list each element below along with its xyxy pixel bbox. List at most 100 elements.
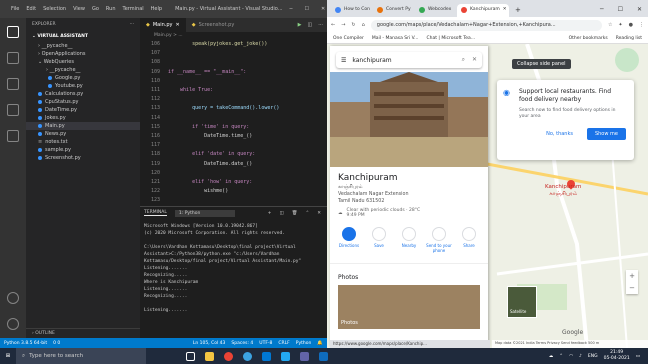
close-icon[interactable]: ✕ [637,6,642,13]
menu-terminal[interactable]: Terminal [123,6,144,12]
bookmark-item[interactable]: One Compiler [333,36,364,41]
language-indicator[interactable]: ENG [588,354,598,359]
star-icon[interactable]: ☆ [608,22,612,28]
zoom-out-icon[interactable]: − [626,282,638,294]
mail-icon[interactable] [319,351,328,361]
tree-folder[interactable]: › __pycache__ [26,66,140,74]
vscode-icon[interactable] [281,351,290,361]
code-line[interactable]: 109 if __name__ == "__main__": [140,68,327,77]
code-line[interactable]: 110 [140,77,327,86]
tree-folder[interactable]: › OpenApplications [26,50,140,58]
code-line[interactable]: 122 wishme() [140,187,327,196]
minimize-icon[interactable]: ─ [290,6,293,12]
menu-file[interactable]: File [11,6,19,12]
trash-icon[interactable]: 🗑 [292,211,298,216]
file-explorer-icon[interactable] [205,351,214,361]
clock[interactable]: 21:49 05-04-2021 [604,350,630,362]
code-line[interactable]: 121 elif 'how' in query: [140,178,327,187]
cursor-position[interactable]: Ln 105, Col 43 [193,341,226,346]
edge-icon[interactable] [243,351,252,361]
extensions-icon[interactable]: ✦ [618,22,622,28]
tree-file[interactable]: Youtube.py [26,82,140,90]
chevron-up-icon[interactable]: ⌃ [559,354,563,359]
code-line[interactable]: 114 [140,114,327,123]
explorer-icon[interactable] [7,26,19,38]
wifi-icon[interactable]: ◠ [569,354,573,359]
menu-run[interactable]: Run [106,6,116,12]
send-to-phone-button[interactable]: Send to your phone [426,227,452,253]
explorer-section-title[interactable]: ⌄ VIRTUAL ASSISTANT [26,31,140,42]
close-icon[interactable]: ✕ [472,56,477,64]
tab-terminal[interactable]: TERMINAL [144,210,167,216]
code-line[interactable]: 123 [140,196,327,205]
maximize-icon[interactable]: ☐ [305,6,309,12]
menu-icon[interactable]: ⋮ [639,22,644,28]
code-line[interactable]: 106 speak(pyjokes.get_joke()) [140,40,327,49]
map-place-label[interactable]: Kanchipuram காஞ்சிபுரம் [545,184,581,198]
minimize-icon[interactable]: ─ [600,6,604,13]
code-line[interactable]: 118 elif 'date' in query: [140,150,327,159]
search-icon[interactable]: ⌕ [462,56,465,64]
map-footer[interactable]: Map data ©2021 India Terms Privacy Send … [492,340,648,348]
no-thanks-button[interactable]: No, thanks [538,128,581,140]
source-control-icon[interactable] [7,78,19,90]
indentation[interactable]: Spaces: 4 [231,341,253,346]
menu-selection[interactable]: Selection [43,6,66,12]
tree-folder[interactable]: ⌄ WebQueries [26,58,140,66]
problems-count[interactable]: 0 0 [53,341,60,346]
outline-section[interactable]: › OUTLINE [26,328,140,338]
satellite-toggle[interactable]: Satellite [507,286,537,318]
reading-list[interactable]: Reading list [616,36,642,41]
code-line[interactable]: 117 [140,141,327,150]
maps-search-box[interactable]: ☰ kanchipuram ⌕ ✕ [336,52,482,68]
encoding[interactable]: UTF-8 [259,341,272,346]
tab-main-py[interactable]: ◆ Main.py ✕ [140,18,186,32]
add-terminal-icon[interactable]: + [268,211,272,216]
code-line[interactable]: 120 [140,169,327,178]
run-debug-icon[interactable] [7,104,19,116]
windows-start-icon[interactable]: ⊞ [0,348,16,364]
bookmark-item[interactable]: Mail - Manasa Sri V... [372,36,419,41]
code-line[interactable]: 108 [140,58,327,67]
new-tab-icon[interactable]: + [511,6,525,17]
menu-view[interactable]: View [73,6,85,12]
more-actions-icon[interactable]: ··· [318,22,323,28]
notifications-icon[interactable]: ▭ [636,354,640,359]
tree-file[interactable]: DateTime.py [26,106,140,114]
code-view[interactable]: 106 speak(pyjokes.get_joke()) 107 108 109 if… [140,40,327,233]
close-icon[interactable]: ✕ [317,211,321,216]
place-hero-photo[interactable] [330,72,488,167]
split-terminal-icon[interactable]: ◫ [279,211,283,216]
share-button[interactable]: Share [456,227,482,253]
task-view-icon[interactable] [186,351,195,361]
hamburger-menu-icon[interactable]: ☰ [341,57,346,64]
zoom-in-icon[interactable]: + [626,270,638,282]
code-line[interactable]: 112 [140,95,327,104]
tree-file[interactable]: CpuStatus.py [26,98,140,106]
language-mode[interactable]: Python [296,341,312,346]
store-icon[interactable] [262,351,271,361]
tree-file[interactable]: News.py [26,130,140,138]
tree-file[interactable]: Calculations.py [26,90,140,98]
browser-tab[interactable]: Convert Py [373,4,413,17]
extensions-icon[interactable] [7,130,19,142]
run-icon[interactable]: ▶ [298,22,302,28]
browser-tab-active[interactable]: Kanchipuram ✕ [457,4,509,17]
bell-icon[interactable]: 🔔 [317,341,323,346]
taskbar-search[interactable]: ⌕ Type here to search [16,348,146,364]
chrome-icon[interactable] [224,351,233,361]
bookmark-folder[interactable]: Other bookmarks [569,36,608,41]
menu-go[interactable]: Go [92,6,99,12]
reload-icon[interactable]: ↻ [351,22,355,28]
tree-file[interactable]: Screenshot.py [26,154,140,162]
tree-file[interactable]: Google.py [26,74,140,82]
tree-file[interactable]: Jokes.py [26,114,140,122]
address-bar[interactable]: google.com/maps/place/Vedachalam+Nagar+E… [370,19,602,31]
code-line[interactable]: 116 DateTime.time_() [140,132,327,141]
volume-icon[interactable]: ♪ [579,354,582,359]
code-line[interactable]: 113 query = takeCommand().lower() [140,104,327,113]
directions-button[interactable]: Directions [336,227,362,253]
terminal-output[interactable]: Microsoft Windows [Version 10.0.19042.86… [140,219,327,318]
line-ending[interactable]: CRLF [278,341,289,346]
tree-folder[interactable]: › __pycache__ [26,42,140,50]
